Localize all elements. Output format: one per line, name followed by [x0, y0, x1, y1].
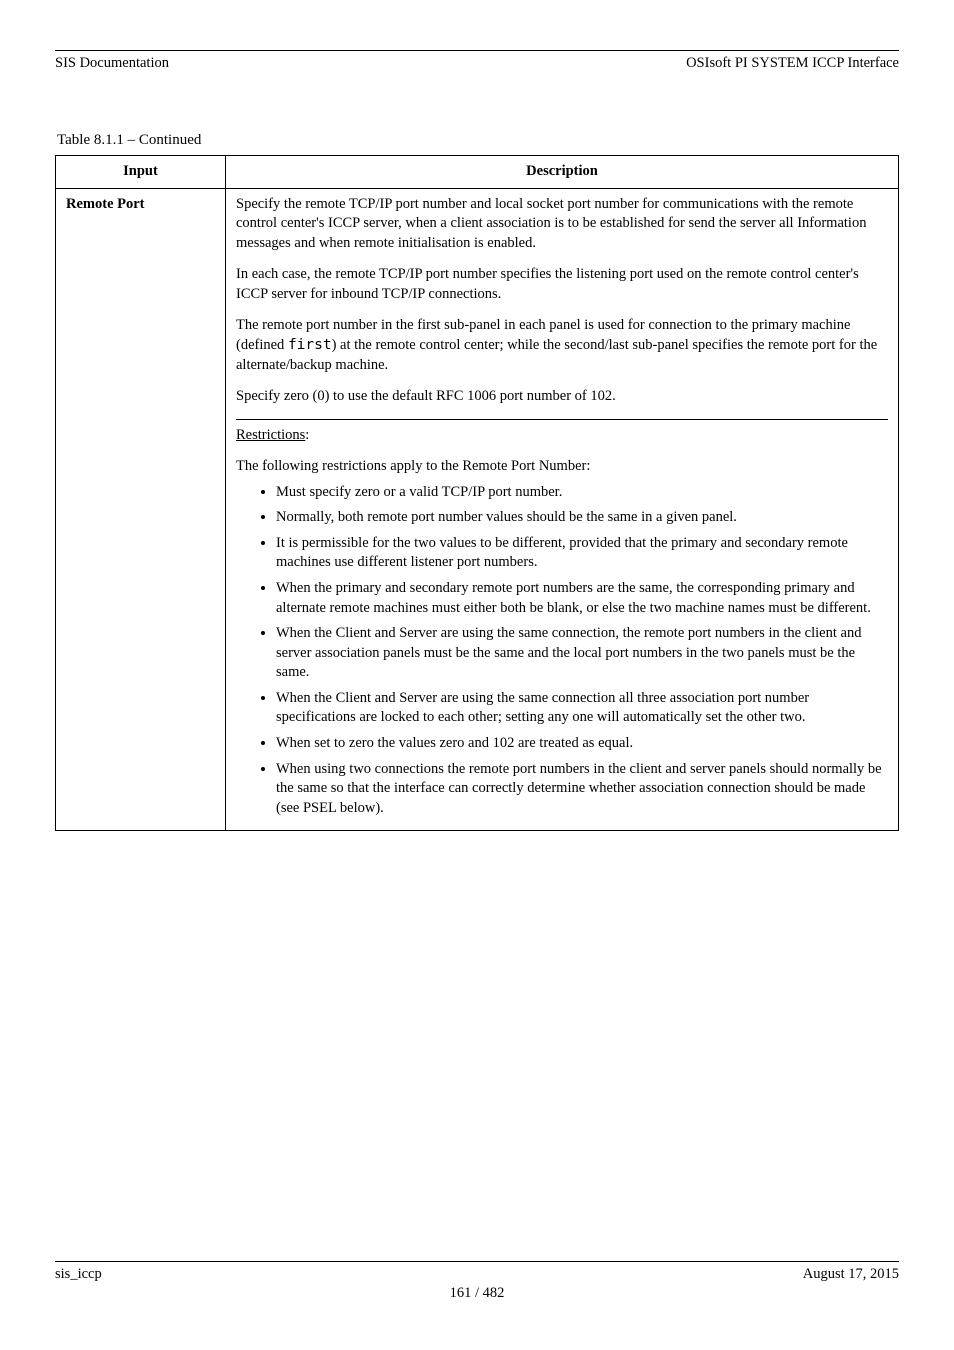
list-item: When the Client and Server are using the… — [276, 689, 888, 728]
section-divider — [236, 419, 888, 420]
desc-p4: Specify zero (0) to use the default RFC … — [236, 387, 888, 407]
col-header-description: Description — [226, 156, 899, 189]
list-item: When set to zero the values zero and 102… — [276, 734, 888, 754]
header-left: SIS Documentation — [55, 55, 169, 72]
list-item: When using two connections the remote po… — [276, 760, 888, 819]
page-footer: sis_iccp August 17, 2015 161 / 482 — [55, 1261, 899, 1302]
list-item: When the Client and Server are using the… — [276, 624, 888, 683]
footer-right: August 17, 2015 — [803, 1266, 899, 1283]
restrictions-heading: Restrictions: — [236, 426, 888, 446]
restrictions-intro: The following restrictions apply to the … — [236, 457, 888, 477]
desc-p3: The remote port number in the first sub-… — [236, 316, 888, 375]
page-number: 161 / 482 — [55, 1285, 899, 1302]
config-table: Input Description Remote Port Specify th… — [55, 155, 899, 831]
list-item: Must specify zero or a valid TCP/IP port… — [276, 483, 888, 503]
first-literal: first — [288, 337, 332, 353]
desc-p1: Specify the remote TCP/IP port number an… — [236, 195, 888, 254]
input-name: Remote Port — [56, 188, 226, 831]
header-right: OSIsoft PI SYSTEM ICCP Interface — [686, 55, 899, 72]
col-header-input: Input — [56, 156, 226, 189]
list-item: It is permissible for the two values to … — [276, 534, 888, 573]
footer-left: sis_iccp — [55, 1266, 102, 1283]
restrictions-list: Must specify zero or a valid TCP/IP port… — [276, 483, 888, 818]
list-item: Normally, both remote port number values… — [276, 508, 888, 528]
list-item: When the primary and secondary remote po… — [276, 579, 888, 618]
table-caption: Table 8.1.1 – Continued — [57, 132, 899, 149]
desc-p2: In each case, the remote TCP/IP port num… — [236, 265, 888, 304]
input-description: Specify the remote TCP/IP port number an… — [226, 188, 899, 831]
